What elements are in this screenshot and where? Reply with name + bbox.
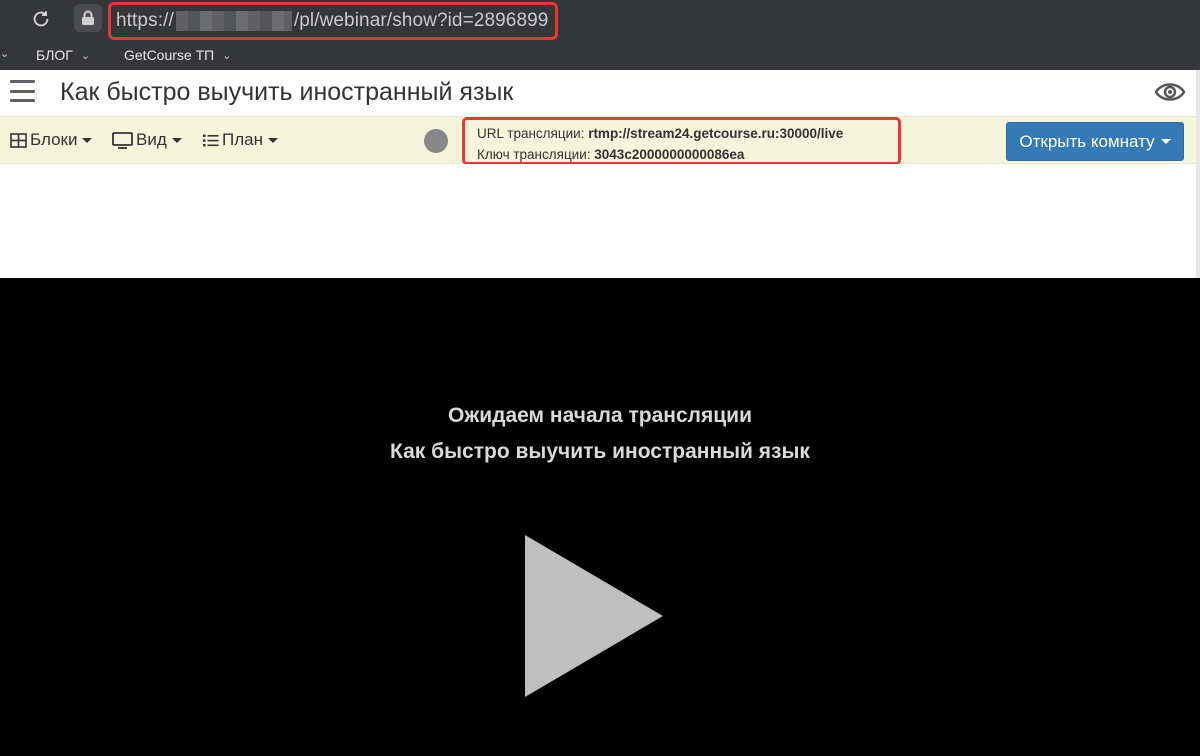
- list-icon: [203, 134, 219, 146]
- page-title: Как быстро выучить иностранный язык: [60, 78, 514, 106]
- bookmark-blog[interactable]: БЛОГ ⌄: [36, 47, 90, 63]
- monitor-icon: [112, 131, 133, 149]
- caret-down-icon: [267, 137, 278, 143]
- bookmark-getcourse-tp[interactable]: GetCourse ТП ⌄: [124, 47, 231, 63]
- open-room-button[interactable]: Открыть комнату: [1006, 122, 1184, 161]
- blocks-dropdown[interactable]: Блоки: [10, 130, 93, 150]
- plan-label: План: [222, 130, 263, 149]
- stream-info-box: URL трансляции: rtmp://stream24.getcours…: [462, 117, 901, 165]
- reload-icon[interactable]: [28, 6, 54, 32]
- stream-key-label: Ключ трансляции:: [477, 147, 591, 162]
- webinar-toolbar: Блоки Вид План URL трансляции: rtmp://st…: [0, 116, 1196, 165]
- chevron-down-icon: ⌄: [222, 49, 232, 62]
- chevron-down-icon: ⌄: [80, 49, 91, 62]
- url-redacted-domain: [175, 11, 292, 31]
- menu-icon[interactable]: [10, 80, 35, 102]
- stream-url-row: URL трансляции: rtmp://stream24.getcours…: [477, 123, 898, 144]
- bookmark-overflow[interactable]: ⌄: [0, 47, 9, 60]
- lock-icon: [82, 10, 94, 25]
- bookmark-label: БЛОГ: [36, 47, 73, 63]
- stream-url-label: URL трансляции:: [477, 126, 585, 141]
- video-player[interactable]: Ожидаем начала трансляции Как быстро выу…: [0, 278, 1200, 756]
- blocks-label: Блоки: [30, 130, 78, 149]
- scrollbar[interactable]: [1196, 70, 1200, 278]
- bookmarks-bar: ⌄ БЛОГ ⌄ GetCourse ТП ⌄: [0, 42, 1200, 70]
- view-dropdown[interactable]: Вид: [112, 130, 182, 150]
- eye-icon[interactable]: [1154, 78, 1186, 106]
- bookmark-label: GetCourse ТП: [124, 47, 215, 63]
- play-icon[interactable]: [525, 535, 665, 697]
- url-prefix: https://: [116, 10, 174, 31]
- player-title: Как быстро выучить иностранный язык: [390, 440, 810, 463]
- caret-down-icon: [171, 137, 182, 143]
- caret-down-icon: [82, 137, 93, 143]
- address-bar[interactable]: https:// /pl/webinar/show?id=2896899: [108, 2, 558, 40]
- broadcast-status-indicator: [424, 129, 448, 153]
- page-header: Как быстро выучить иностранный язык: [0, 70, 1196, 116]
- stream-key-row: Ключ трансляции: 3043c2000000000086ea: [477, 144, 898, 165]
- plan-dropdown[interactable]: План: [202, 130, 278, 150]
- view-label: Вид: [136, 130, 167, 149]
- open-room-label: Открыть комнату: [1019, 131, 1155, 151]
- stream-url-value[interactable]: rtmp://stream24.getcourse.ru:30000/live: [588, 126, 843, 141]
- caret-down-icon: [1160, 139, 1171, 144]
- grid-icon: [10, 132, 27, 148]
- waiting-message: Ожидаем начала трансляции: [448, 404, 752, 427]
- url-path: /pl/webinar/show?id=2896899: [293, 10, 549, 31]
- site-info-button[interactable]: [74, 4, 102, 32]
- browser-toolbar: https:// /pl/webinar/show?id=2896899: [0, 0, 1200, 42]
- content-spacer: [0, 164, 1196, 278]
- chevron-down-icon: ⌄: [0, 48, 10, 60]
- stream-key-value[interactable]: 3043c2000000000086ea: [594, 147, 744, 162]
